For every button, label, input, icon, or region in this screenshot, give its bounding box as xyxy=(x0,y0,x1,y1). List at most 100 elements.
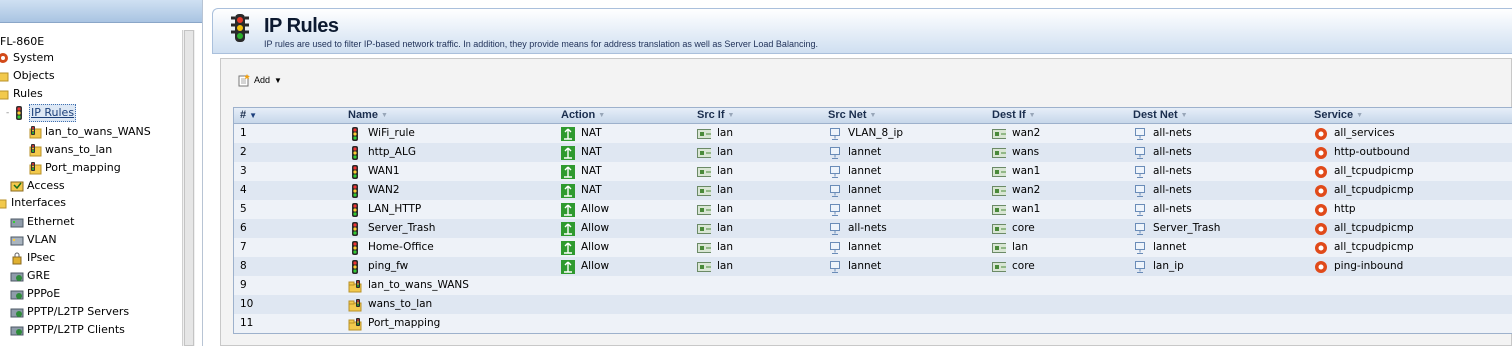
cell-name[interactable]: Port_mapping xyxy=(348,314,440,333)
cell-src-if[interactable]: lan xyxy=(697,238,733,257)
cell-src-net[interactable]: lannet xyxy=(828,143,881,162)
table-row[interactable]: 8 ping_fw Allow lan lannet core lan_ip ping-inb… xyxy=(234,257,1512,276)
cell-num[interactable]: 1 xyxy=(240,124,247,143)
column-header-num[interactable]: # ▼ xyxy=(240,108,257,123)
scrollbar-thumb[interactable] xyxy=(184,30,194,346)
cell-service[interactable]: all_tcpudpicmp xyxy=(1314,162,1414,181)
cell-num[interactable]: 8 xyxy=(240,257,247,276)
cell-src-if[interactable]: lan xyxy=(697,181,733,200)
cell-action[interactable]: Allow xyxy=(561,257,609,276)
cell-dest-if[interactable]: wan2 xyxy=(992,124,1040,143)
cell-name[interactable]: WiFi_rule xyxy=(348,124,415,143)
cell-src-net[interactable]: lannet xyxy=(828,181,881,200)
cell-dest-if[interactable]: core xyxy=(992,257,1035,276)
tree-item-system[interactable]: System xyxy=(0,50,54,66)
table-row[interactable]: 6 Server_Trash Allow lan all-nets core Server_… xyxy=(234,219,1512,238)
cell-src-if[interactable]: lan xyxy=(697,219,733,238)
cell-name[interactable]: Server_Trash xyxy=(348,219,435,238)
tree-item-pptp-clients[interactable]: PPTP/L2TP Clients xyxy=(10,322,125,338)
cell-dest-net[interactable]: all-nets xyxy=(1133,124,1192,143)
tree-item-rules[interactable]: Rules xyxy=(0,86,43,102)
tree-item-port-mapping[interactable]: Port_mapping xyxy=(28,160,121,176)
cell-action[interactable]: NAT xyxy=(561,162,602,181)
cell-name[interactable]: WAN2 xyxy=(348,181,400,200)
tree-item-access[interactable]: Access xyxy=(10,178,65,194)
cell-name[interactable]: wans_to_lan xyxy=(348,295,432,314)
cell-name[interactable]: http_ALG xyxy=(348,143,416,162)
cell-service[interactable]: ping-inbound xyxy=(1314,257,1403,276)
cell-dest-if[interactable]: wan1 xyxy=(992,200,1040,219)
rule-folder-row[interactable]: 10 wans_to_lan xyxy=(234,295,1512,314)
cell-num[interactable]: 4 xyxy=(240,181,247,200)
cell-dest-net[interactable]: lannet xyxy=(1133,238,1186,257)
cell-num[interactable]: 3 xyxy=(240,162,247,181)
cell-src-net[interactable]: lannet xyxy=(828,257,881,276)
cell-dest-if[interactable]: wan1 xyxy=(992,162,1040,181)
cell-name[interactable]: LAN_HTTP xyxy=(348,200,421,219)
cell-src-if[interactable]: lan xyxy=(697,200,733,219)
cell-name[interactable]: WAN1 xyxy=(348,162,400,181)
cell-action[interactable]: NAT xyxy=(561,181,602,200)
cell-src-if[interactable]: lan xyxy=(697,124,733,143)
rule-folder-row[interactable]: 9 lan_to_wans_WANS xyxy=(234,276,1512,295)
cell-service[interactable]: all_tcpudpicmp xyxy=(1314,219,1414,238)
cell-dest-net[interactable]: all-nets xyxy=(1133,181,1192,200)
cell-service[interactable]: all_services xyxy=(1314,124,1395,143)
table-row[interactable]: 4 WAN2 NAT lan lannet wan2 all-nets all_tcpudpi… xyxy=(234,181,1512,200)
tree-item-ip-rules[interactable]: - IP Rules xyxy=(6,104,77,122)
cell-src-net[interactable]: lannet xyxy=(828,200,881,219)
cell-num[interactable]: 7 xyxy=(240,238,247,257)
column-header-service[interactable]: Service ▼ xyxy=(1314,108,1363,123)
cell-name[interactable]: Home-Office xyxy=(348,238,434,257)
cell-dest-net[interactable]: all-nets xyxy=(1133,162,1192,181)
cell-action[interactable]: Allow xyxy=(561,200,609,219)
column-header-src-net[interactable]: Src Net ▼ xyxy=(828,108,876,123)
table-row[interactable]: 3 WAN1 NAT lan lannet wan1 all-nets all_tcpudpi… xyxy=(234,162,1512,181)
tree-item-vlan[interactable]: VLAN xyxy=(10,232,57,248)
cell-service[interactable]: all_tcpudpicmp xyxy=(1314,181,1414,200)
cell-action[interactable]: NAT xyxy=(561,143,602,162)
rule-folder-row[interactable]: 11 Port_mapping xyxy=(234,314,1512,333)
cell-service[interactable]: http xyxy=(1314,200,1356,219)
column-header-dest-net[interactable]: Dest Net ▼ xyxy=(1133,108,1188,123)
cell-src-net[interactable]: VLAN_8_ip xyxy=(828,124,903,143)
tree-item-lan-to-wans[interactable]: lan_to_wans_WANS xyxy=(28,124,151,140)
table-row[interactable]: 2 http_ALG NAT lan lannet wans all-nets http-ou… xyxy=(234,143,1512,162)
cell-src-if[interactable]: lan xyxy=(697,143,733,162)
cell-action[interactable]: NAT xyxy=(561,124,602,143)
cell-dest-net[interactable]: all-nets xyxy=(1133,143,1192,162)
cell-name[interactable]: ping_fw xyxy=(348,257,408,276)
add-button[interactable]: Add ▼ xyxy=(237,73,282,87)
cell-num[interactable]: 2 xyxy=(240,143,247,162)
tree-item-objects[interactable]: Objects xyxy=(0,68,55,84)
tree-scrollbar[interactable] xyxy=(182,30,195,346)
tree-device[interactable]: FL-860E xyxy=(0,34,44,50)
tree-item-pptp-servers[interactable]: PPTP/L2TP Servers xyxy=(10,304,129,320)
tree-item-wans-to-lan[interactable]: wans_to_lan xyxy=(28,142,112,158)
cell-dest-if[interactable]: core xyxy=(992,219,1035,238)
table-row[interactable]: 7 Home-Office Allow lan lannet lan lannet all_t… xyxy=(234,238,1512,257)
column-header-dest-if[interactable]: Dest If ▼ xyxy=(992,108,1036,123)
cell-dest-net[interactable]: all-nets xyxy=(1133,200,1192,219)
cell-num[interactable]: 9 xyxy=(240,276,247,295)
cell-num[interactable]: 5 xyxy=(240,200,247,219)
cell-num[interactable]: 6 xyxy=(240,219,247,238)
cell-service[interactable]: all_tcpudpicmp xyxy=(1314,238,1414,257)
column-header-src-if[interactable]: Src If ▼ xyxy=(697,108,734,123)
cell-src-net[interactable]: all-nets xyxy=(828,219,887,238)
column-header-action[interactable]: Action ▼ xyxy=(561,108,605,123)
table-row[interactable]: 1 WiFi_rule NAT lan VLAN_8_ip wan2 all-nets all… xyxy=(234,124,1512,143)
cell-action[interactable]: Allow xyxy=(561,219,609,238)
cell-dest-if[interactable]: wans xyxy=(992,143,1039,162)
cell-dest-if[interactable]: wan2 xyxy=(992,181,1040,200)
cell-src-net[interactable]: lannet xyxy=(828,162,881,181)
tree-item-gre[interactable]: GRE xyxy=(10,268,50,284)
cell-num[interactable]: 10 xyxy=(240,295,253,314)
cell-src-if[interactable]: lan xyxy=(697,162,733,181)
cell-src-net[interactable]: lannet xyxy=(828,238,881,257)
cell-num[interactable]: 11 xyxy=(240,314,253,333)
cell-dest-if[interactable]: lan xyxy=(992,238,1028,257)
tree-item-ethernet[interactable]: Ethernet xyxy=(10,214,74,230)
tree-item-pppoe[interactable]: PPPoE xyxy=(10,286,60,302)
cell-dest-net[interactable]: lan_ip xyxy=(1133,257,1184,276)
